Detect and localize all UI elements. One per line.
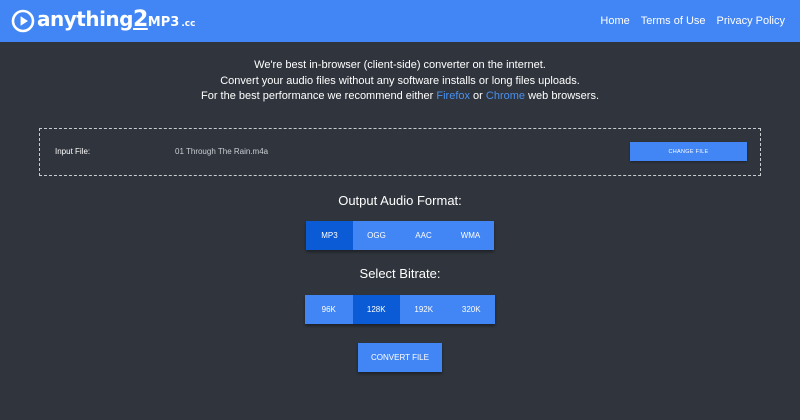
format-option-wma[interactable]: WMA	[447, 221, 494, 250]
format-option-ogg[interactable]: OGG	[353, 221, 400, 250]
bitrate-option-96k[interactable]: 96K	[305, 295, 353, 324]
logo-tld: .cc	[181, 18, 196, 29]
intro-line-1: We're best in-browser (client-side) conv…	[254, 59, 546, 71]
nav-privacy-link[interactable]: Privacy Policy	[717, 15, 785, 27]
play-circle-icon	[11, 9, 35, 33]
nav-home-link[interactable]: Home	[600, 15, 629, 27]
bitrate-option-192k[interactable]: 192K	[400, 295, 448, 324]
bitrate-title: Select Bitrate:	[359, 266, 441, 281]
intro-line-2: Convert your audio files without any sof…	[220, 74, 580, 87]
logo-text: anything2MP3 .cc	[37, 6, 195, 37]
intro-line-3-end: web browsers.	[525, 90, 600, 102]
site-logo[interactable]: anything2MP3 .cc	[11, 6, 195, 37]
top-navigation-bar: anything2MP3 .cc Home Terms of Use Privac…	[0, 0, 800, 42]
logo-two: 2	[132, 6, 148, 32]
format-option-aac[interactable]: AAC	[400, 221, 447, 250]
output-format-selector: MP3 OGG AAC WMA	[306, 221, 494, 250]
format-option-mp3[interactable]: MP3	[306, 221, 353, 250]
input-file-label: Input File:	[55, 147, 91, 156]
bitrate-option-128k[interactable]: 128K	[352, 295, 400, 324]
chrome-link[interactable]: Chrome	[486, 90, 525, 102]
intro-line-3-mid: or	[470, 90, 486, 102]
input-file-name: 01 Through The Rain.m4a	[175, 147, 269, 156]
logo-mp3: MP3	[147, 14, 180, 30]
intro-line-3: For the best performance we recommend ei…	[0, 89, 800, 105]
bitrate-selector: 96K 128K 192K 320K	[305, 295, 495, 324]
firefox-link[interactable]: Firefox	[436, 90, 470, 102]
convert-file-button[interactable]: CONVERT FILE	[358, 343, 442, 372]
logo-word: anything	[37, 6, 133, 31]
output-format-title: Output Audio Format:	[338, 193, 462, 208]
change-file-button[interactable]: CHANGE FILE	[630, 142, 747, 161]
intro-text: We're best in-browser (client-side) conv…	[0, 58, 800, 105]
bitrate-option-320k[interactable]: 320K	[447, 295, 495, 324]
intro-line-3-start: For the best performance we recommend ei…	[200, 90, 437, 102]
main-nav: Home Terms of Use Privacy Policy	[600, 0, 785, 42]
nav-terms-link[interactable]: Terms of Use	[641, 15, 706, 27]
input-file-dropzone[interactable]: Input File: 01 Through The Rain.m4a CHAN…	[39, 128, 761, 176]
